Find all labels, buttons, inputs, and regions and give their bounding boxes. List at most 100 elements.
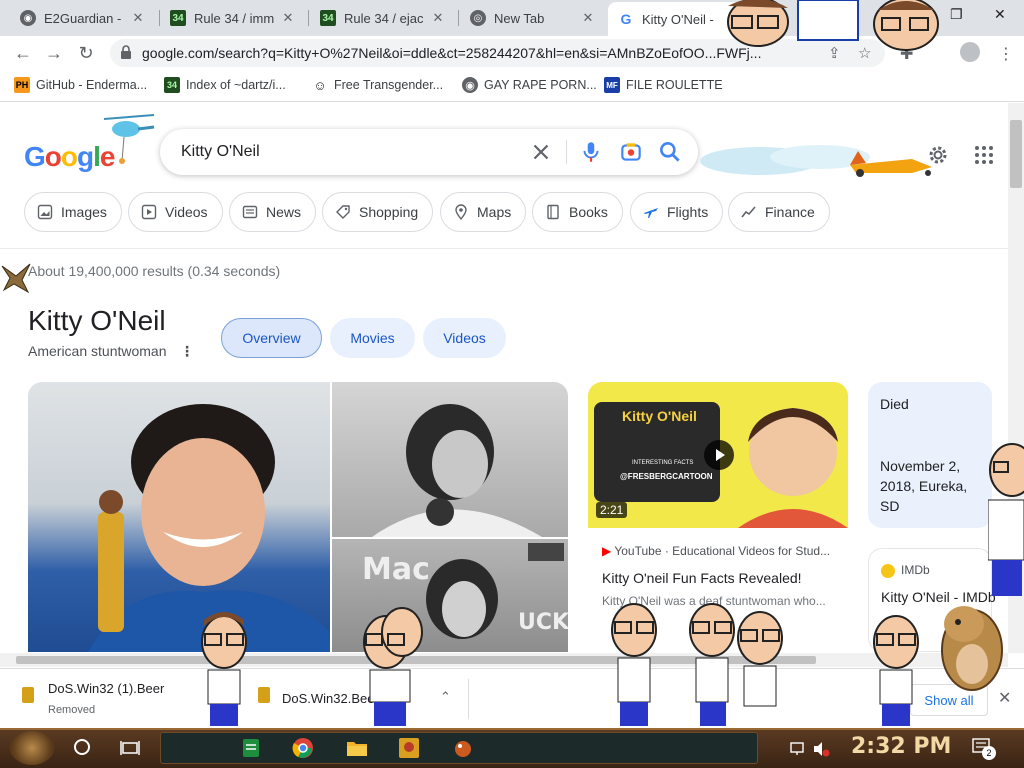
network-icon[interactable]	[790, 742, 808, 756]
close-tab-icon[interactable]: ✕	[580, 10, 596, 26]
cartoon-character-sticker	[873, 0, 939, 51]
download-divider	[468, 679, 469, 719]
download-status: Removed	[48, 704, 96, 716]
globe-icon: ◉	[462, 77, 478, 93]
tab-new-tab[interactable]: ◎ New Tab ✕	[460, 4, 606, 32]
close-tab-icon[interactable]: ✕	[130, 10, 146, 26]
video-source: ▶ YouTube · Educational Videos for Stud.…	[602, 544, 831, 558]
imdb-logo-icon	[881, 564, 895, 578]
kitty-racing-photo-1[interactable]	[332, 382, 568, 537]
bookmark-globe-site[interactable]: ◉ GAY RAPE PORN...	[462, 77, 597, 93]
chip-news[interactable]: News	[229, 192, 317, 232]
back-arrow-icon[interactable]: ←	[12, 42, 34, 64]
knowledge-panel-subtitle: American stuntwoman	[28, 343, 167, 359]
header-divider	[0, 248, 1008, 249]
search-box[interactable]: Kitty O'Neil	[160, 129, 698, 175]
clear-search-icon[interactable]	[528, 139, 554, 165]
kitty-portrait-image[interactable]	[28, 382, 330, 652]
profile-avatar[interactable]	[960, 42, 980, 62]
forward-arrow-icon[interactable]: →	[43, 42, 65, 64]
play-button-icon[interactable]	[704, 440, 734, 470]
cartoon-character-sticker	[727, 0, 859, 47]
knowledge-panel-title: Kitty O'Neil	[28, 305, 166, 336]
svg-text:Mac: Mac	[362, 552, 430, 587]
close-tab-icon[interactable]: ✕	[430, 10, 446, 26]
bookmark-github[interactable]: PH GitHub - Enderma...	[14, 77, 147, 93]
kp-tab-overview[interactable]: Overview	[221, 318, 322, 358]
chip-maps[interactable]: Maps	[440, 192, 527, 232]
r34-icon: 34	[170, 10, 186, 26]
r34-icon: 34	[164, 77, 180, 93]
kp-tab-movies[interactable]: Movies	[330, 318, 415, 358]
chip-shopping[interactable]: Shopping	[322, 192, 434, 232]
finance-chart-icon	[741, 206, 756, 218]
chevron-up-icon[interactable]: ⌃	[440, 689, 451, 705]
imdb-source: IMDb	[901, 563, 930, 577]
kp-tab-videos[interactable]: Videos	[423, 318, 506, 358]
chip-finance[interactable]: Finance	[728, 192, 830, 232]
vertical-scroll-thumb[interactable]	[1010, 120, 1022, 188]
chip-videos[interactable]: Videos	[128, 192, 223, 232]
chip-images[interactable]: Images	[24, 192, 122, 232]
start-button[interactable]	[10, 731, 54, 765]
chrome-taskbar-icon[interactable]	[292, 737, 314, 759]
reload-icon[interactable]: ↻	[75, 42, 97, 64]
cartoon-character-sticker	[363, 607, 423, 726]
bw-photo-illustration	[372, 404, 542, 537]
download-item-2[interactable]: DoS.Win32.Beer ⌃	[244, 669, 464, 729]
cartoon-character-sticker	[611, 603, 657, 726]
tab-rule34-2[interactable]: 34 Rule 34 / ejacu ✕	[310, 4, 456, 32]
airplane-icon	[644, 208, 658, 218]
helicopter-doodle-icon	[103, 114, 155, 164]
tab-rule34-1[interactable]: 34 Rule 34 / immi ✕	[160, 4, 306, 32]
game-app-icon[interactable]	[452, 737, 474, 759]
portrait-illustration	[88, 404, 330, 652]
volume-muted-icon[interactable]	[812, 741, 830, 757]
search-divider	[566, 140, 567, 164]
search-query[interactable]: Kitty O'Neil	[181, 143, 260, 161]
bookmarks-bar: PH GitHub - Enderma... 34 Index of ~dart…	[0, 70, 1024, 102]
settings-gear-icon[interactable]	[926, 143, 950, 167]
bookmark-free-transgender[interactable]: ☺ Free Transgender...	[312, 77, 443, 93]
taskbar-clock[interactable]: 2:32 PM	[851, 734, 951, 759]
video-title[interactable]: Kitty O'neil Fun Facts Revealed!	[602, 570, 802, 586]
cartoon-character-sticker	[689, 603, 783, 726]
lens-camera-icon[interactable]	[618, 139, 644, 165]
thumbnail-title: Kitty O'Neil	[622, 408, 697, 424]
close-window-icon[interactable]: ✕	[994, 6, 1006, 23]
lock-icon	[121, 45, 131, 59]
media-app-icon[interactable]	[398, 737, 420, 759]
mask-icon: ☺	[313, 77, 327, 93]
search-taskbar-icon[interactable]	[74, 739, 90, 755]
apps-grid-icon[interactable]	[972, 143, 996, 167]
restore-window-icon[interactable]: ❐	[950, 6, 963, 23]
video-thumbnail[interactable]: Kitty O'Neil INTERESTING FACTS @FRESBERG…	[588, 382, 848, 528]
bookmark-file-roulette[interactable]: MF FILE ROULETTE	[604, 77, 723, 93]
file-explorer-icon[interactable]	[346, 737, 368, 759]
tab-e2guardian[interactable]: ◉ E2Guardian - A ✕	[10, 4, 156, 32]
globe-icon: ◉	[20, 10, 36, 26]
thumbnail-subtitle: INTERESTING FACTS	[632, 460, 694, 466]
ph-icon: PH	[14, 77, 30, 93]
cartoon-character-sticker	[201, 612, 247, 726]
chip-books[interactable]: Books	[532, 192, 623, 232]
video-icon	[141, 204, 157, 220]
notes-app-icon[interactable]	[240, 737, 262, 759]
screen: ◉ E2Guardian - A ✕ 34 Rule 34 / immi ✕ 3…	[0, 0, 1024, 768]
search-icon[interactable]	[657, 139, 683, 165]
task-view-icon[interactable]	[120, 739, 140, 757]
died-fact-card[interactable]: Died November 2, 2018, Eureka, SD	[868, 382, 992, 528]
notifications-icon[interactable]: 2	[972, 738, 996, 760]
microphone-icon[interactable]	[578, 139, 604, 165]
menu-kebab-icon[interactable]: ⋮	[998, 44, 1014, 64]
chip-flights[interactable]: Flights	[630, 192, 724, 232]
steampunk-bird-sticker-icon	[1, 263, 31, 294]
google-icon: G	[620, 11, 632, 27]
image-icon	[37, 204, 53, 220]
bookmark-index-dartz[interactable]: 34 Index of ~dartz/i...	[164, 77, 286, 93]
close-tab-icon[interactable]: ✕	[280, 10, 296, 26]
google-header: Google Kitty O'Neil Images Videos News S…	[0, 103, 1008, 249]
mf-icon: MF	[604, 77, 620, 93]
more-options-icon[interactable]: ⋮	[180, 343, 194, 360]
file-icon	[258, 687, 270, 703]
